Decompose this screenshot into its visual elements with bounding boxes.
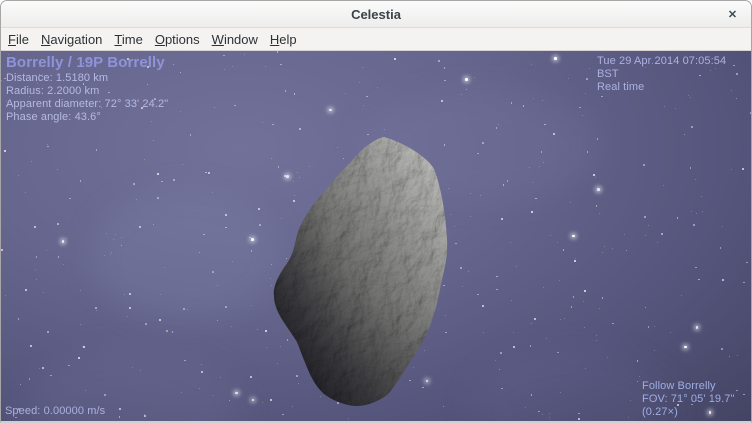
menu-time[interactable]: Time bbox=[108, 30, 148, 49]
menubar: File Navigation Time Options Window Help bbox=[1, 28, 751, 51]
menu-options[interactable]: Options bbox=[149, 30, 206, 49]
selection-title: Borrelly / 19P Borrelly bbox=[6, 54, 168, 71]
selection-info: Borrelly / 19P Borrelly Distance: 1.5180… bbox=[6, 54, 168, 124]
speed-readout: Speed: 0.00000 m/s bbox=[5, 405, 105, 418]
asteroid-borrelly[interactable] bbox=[262, 134, 464, 414]
window-title: Celestia bbox=[351, 7, 401, 22]
follow-mode: Follow Borrelly bbox=[642, 380, 751, 393]
menu-navigation[interactable]: Navigation bbox=[35, 30, 108, 49]
time-info: Tue 29 Apr 2014 07:05:54 BST Real time bbox=[597, 55, 751, 94]
current-date: Tue 29 Apr 2014 07:05:54 BST bbox=[597, 55, 751, 81]
close-icon: ✕ bbox=[728, 8, 737, 21]
menu-file[interactable]: File bbox=[2, 30, 35, 49]
time-mode: Real time bbox=[597, 81, 751, 94]
selection-distance: Distance: 1.5180 km bbox=[6, 72, 168, 85]
celestia-window: Celestia ✕ File Navigation Time Options … bbox=[0, 0, 752, 423]
menu-help[interactable]: Help bbox=[264, 30, 303, 49]
selection-radius: Radius: 2.2000 km bbox=[6, 85, 168, 98]
frame-info: Follow Borrelly FOV: 71° 05' 19.7" (0.27… bbox=[642, 380, 751, 419]
window-titlebar[interactable]: Celestia ✕ bbox=[1, 1, 751, 28]
selection-phase-angle: Phase angle: 43.6° bbox=[6, 111, 168, 124]
space-viewport[interactable]: Borrelly / 19P Borrelly Distance: 1.5180… bbox=[1, 51, 751, 422]
close-button[interactable]: ✕ bbox=[724, 6, 741, 23]
nebula-haze bbox=[91, 191, 281, 321]
fov-readout: FOV: 71° 05' 19.7" (0.27×) bbox=[642, 393, 751, 419]
menu-window[interactable]: Window bbox=[206, 30, 264, 49]
selection-apparent-diameter: Apparent diameter: 72° 33' 24.2" bbox=[6, 98, 168, 111]
